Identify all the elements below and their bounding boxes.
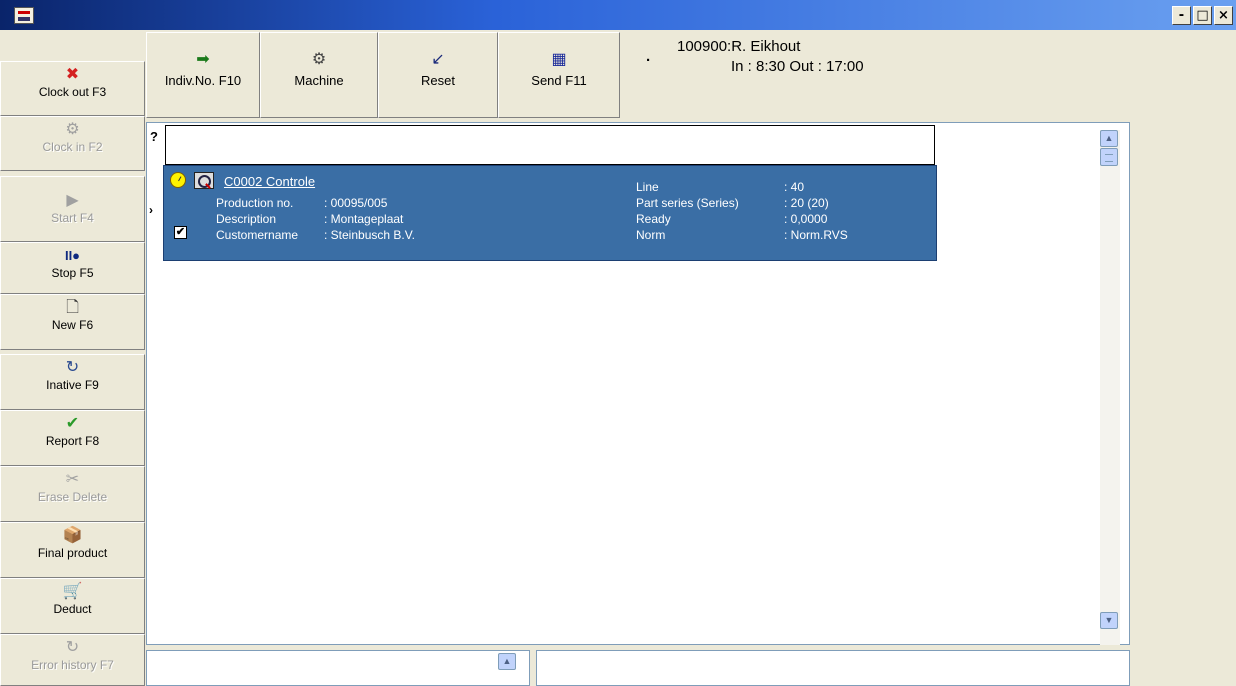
work-order-card[interactable]: C0002 Controle ✔ Production no. : 00095/… xyxy=(163,165,937,261)
new-document-icon: 🗋 xyxy=(66,299,79,316)
field-label: Part series (Series) xyxy=(636,196,739,210)
work-order-list[interactable]: ? › C0002 Controle ✔ Production no. : 00… xyxy=(146,122,1130,645)
stop-button[interactable]: II● Stop F5 xyxy=(0,242,145,294)
work-hours: In : 8:30 Out : 17:00 xyxy=(731,58,864,75)
field-label: Norm xyxy=(636,228,666,242)
scroll-thumb[interactable] xyxy=(1100,148,1118,166)
field-label: Customername xyxy=(216,228,299,242)
employee-name: 100900:R. Eikhout xyxy=(677,38,801,55)
clock-in-button[interactable]: ⚙ Clock in F2 xyxy=(0,116,145,171)
list-scrollbar[interactable]: ▲ ▼ xyxy=(1100,130,1120,645)
question-mark: ? xyxy=(150,129,158,144)
error-history-button[interactable]: ↻ Error history F7 xyxy=(0,634,145,686)
bottom-right-panel[interactable] xyxy=(536,650,1130,686)
filter-box[interactable] xyxy=(165,125,935,165)
final-product-button[interactable]: 📦 Final product xyxy=(0,522,145,578)
field-value: : 0,0000 xyxy=(784,212,828,226)
bottom-scroll-up-button[interactable]: ▲ xyxy=(498,653,516,670)
play-icon: ▶ xyxy=(66,192,79,209)
field-label: Description xyxy=(216,212,277,226)
clock-out-button[interactable]: ✖ Clock out F3 xyxy=(0,61,145,116)
title-bar: - □ × xyxy=(0,0,1236,30)
deduct-icon: 🛒 xyxy=(62,583,83,600)
machine-icon: ⚙ xyxy=(311,51,327,68)
clock-in-icon: ⚙ xyxy=(65,121,80,138)
clock-icon xyxy=(170,172,186,188)
field-label: Ready xyxy=(636,212,671,226)
scroll-up-button[interactable]: ▲ xyxy=(1100,130,1118,147)
field-label: Line xyxy=(636,180,659,194)
indiv-no-button[interactable]: ➡ Indiv.No. F10 xyxy=(146,32,260,118)
inactive-button[interactable]: ↻ Inative F9 xyxy=(0,354,145,410)
status-dot: · xyxy=(646,52,651,69)
deduct-button[interactable]: 🛒 Deduct xyxy=(0,578,145,634)
maximize-button[interactable]: □ xyxy=(1193,6,1212,25)
field-value: : 20 (20) xyxy=(784,196,829,210)
field-value: : 40 xyxy=(784,180,805,194)
send-button[interactable]: ▦ Send F11 xyxy=(498,32,620,118)
error-history-icon: ↻ xyxy=(65,639,80,656)
refresh-icon: ↻ xyxy=(65,359,80,376)
reset-icon: ↙ xyxy=(431,51,445,68)
stop-circle-icon: ✖ xyxy=(65,66,80,83)
minimize-button[interactable]: - xyxy=(1172,6,1191,25)
bottom-left-panel[interactable]: ▲ xyxy=(146,650,530,686)
close-button[interactable]: × xyxy=(1214,6,1233,25)
current-row-indicator: › xyxy=(149,203,153,217)
arrow-right-icon: ➡ xyxy=(196,51,210,68)
final-product-icon: 📦 xyxy=(62,527,83,544)
scroll-down-button[interactable]: ▼ xyxy=(1100,612,1118,629)
send-icon: ▦ xyxy=(551,51,567,68)
erase-button[interactable]: ✂ Erase Delete xyxy=(0,466,145,522)
machine-button[interactable]: ⚙ Machine xyxy=(260,32,378,118)
start-button[interactable]: ▶ Start F4 xyxy=(0,176,145,242)
work-order-title[interactable]: C0002 Controle xyxy=(224,174,315,189)
erase-icon: ✂ xyxy=(65,471,80,488)
magnifier-icon[interactable] xyxy=(194,172,214,189)
field-value: : Montageplaat xyxy=(324,212,404,226)
app-icon[interactable] xyxy=(14,7,34,24)
reset-button[interactable]: ↙ Reset xyxy=(378,32,498,118)
employee-info: · 100900:R. Eikhout In : 8:30 Out : 17:0… xyxy=(640,38,1130,118)
field-value: : 00095/005 xyxy=(324,196,388,210)
checkmark-icon: ✔ xyxy=(65,415,80,432)
stop-icon: II● xyxy=(64,248,81,263)
new-button[interactable]: 🗋 New F6 xyxy=(0,294,145,350)
field-label: Production no. xyxy=(216,196,294,210)
field-value: : Norm.RVS xyxy=(784,228,848,242)
select-checkbox[interactable]: ✔ xyxy=(174,226,187,239)
report-button[interactable]: ✔ Report F8 xyxy=(0,410,145,466)
field-value: : Steinbusch B.V. xyxy=(324,228,415,242)
